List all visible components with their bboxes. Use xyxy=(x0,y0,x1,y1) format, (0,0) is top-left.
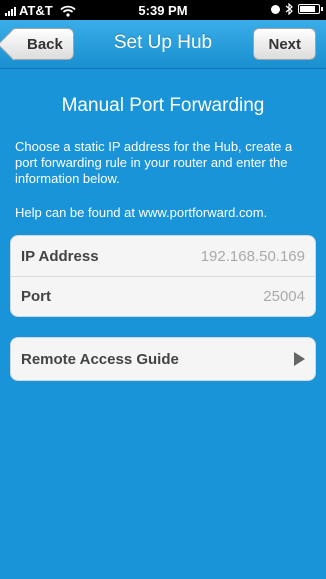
help-text: Help can be found at www.portforward.com… xyxy=(15,205,268,220)
ip-address-label: IP Address xyxy=(21,247,99,265)
page-title: Manual Port Forwarding xyxy=(61,95,265,116)
port-field[interactable]: 25004 xyxy=(263,288,305,305)
battery-icon xyxy=(298,4,323,14)
status-bar: AT&T 5:39 PM xyxy=(0,0,326,20)
location-icon xyxy=(271,4,280,14)
battery-fill xyxy=(300,6,315,12)
navigation-bar: Back Set Up Hub Next xyxy=(0,20,326,69)
chevron-right-icon xyxy=(294,352,305,366)
bluetooth-icon xyxy=(285,3,293,15)
port-label: Port xyxy=(21,288,51,305)
description-text: Choose a static IP address for the Hub, … xyxy=(15,139,293,186)
port-row[interactable]: Port 25004 xyxy=(11,276,315,316)
remote-access-guide-button[interactable]: Remote Access Guide xyxy=(10,337,316,381)
ip-address-field[interactable]: 192.168.50.169 xyxy=(201,248,305,265)
status-right xyxy=(271,3,323,15)
ip-address-row[interactable]: IP Address 192.168.50.169 xyxy=(11,236,315,276)
settings-group: IP Address 192.168.50.169 Port 25004 xyxy=(10,235,316,317)
next-button-label: Next xyxy=(268,35,301,53)
next-button[interactable]: Next xyxy=(253,28,316,60)
remote-access-guide-label: Remote Access Guide xyxy=(21,350,179,368)
main-content: Manual Port Forwarding Choose a static I… xyxy=(0,69,326,381)
